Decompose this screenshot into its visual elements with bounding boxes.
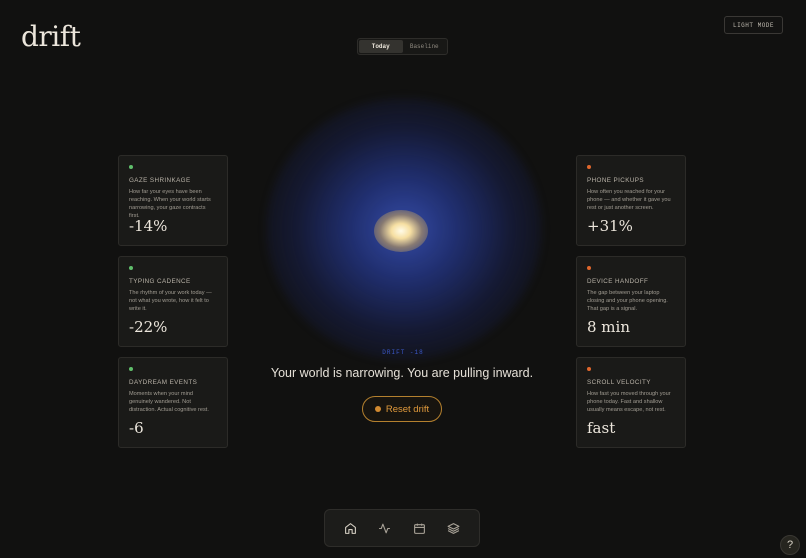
drift-orb-core	[374, 210, 428, 252]
status-dot-icon	[129, 266, 133, 270]
metric-title: PHONE PICKUPS	[587, 177, 644, 184]
reset-drift-label: Reset drift	[385, 403, 430, 415]
view-segmented-control: Today Baseline	[357, 38, 448, 55]
metric-card-gaze-shrinkage[interactable]: GAZE SHRINKAGE How far your eyes have be…	[118, 155, 228, 246]
light-mode-button[interactable]: LIGHT MODE	[724, 16, 783, 34]
activity-icon	[379, 523, 391, 533]
reset-drift-button[interactable]: Reset drift	[362, 396, 442, 422]
tab-baseline[interactable]: Baseline	[403, 40, 447, 53]
metric-value: -14%	[129, 217, 168, 235]
drift-headline: Your world is narrowing. You are pulling…	[270, 366, 534, 380]
tab-today[interactable]: Today	[359, 40, 403, 53]
metric-value: -6	[129, 419, 144, 437]
metric-description: How far your eyes have been reaching. Wh…	[129, 189, 211, 219]
metric-description: Moments when your mind genuinely wandere…	[129, 391, 209, 413]
status-dot-icon	[587, 165, 591, 169]
nav-home-button[interactable]	[338, 516, 362, 540]
metric-title: TYPING CADENCE	[129, 278, 191, 285]
home-icon	[344, 522, 356, 534]
app-logo: drift	[21, 20, 81, 53]
help-button[interactable]: ?	[780, 535, 800, 555]
layers-icon	[447, 522, 460, 534]
nav-layers-button[interactable]	[442, 516, 466, 540]
metric-description: The gap between your laptop closing and …	[587, 290, 668, 312]
nav-calendar-button[interactable]	[407, 516, 431, 540]
metric-card-daydream-events[interactable]: DAYDREAM EVENTS Moments when your mind g…	[118, 357, 228, 448]
metric-card-phone-pickups[interactable]: PHONE PICKUPS How often you reached for …	[576, 155, 686, 246]
drift-score-label: DRIFT -18	[382, 349, 424, 356]
calendar-icon	[413, 523, 425, 534]
metric-description: The rhythm of your work today — not what…	[129, 290, 212, 312]
nav-activity-button[interactable]	[373, 516, 397, 540]
metric-value: -22%	[129, 318, 168, 336]
status-dot-icon	[129, 367, 133, 371]
metric-card-scroll-velocity[interactable]: SCROLL VELOCITY How fast you moved throu…	[576, 357, 686, 448]
metric-title: DAYDREAM EVENTS	[129, 379, 198, 386]
metric-title: SCROLL VELOCITY	[587, 379, 651, 386]
bottom-nav	[324, 509, 480, 547]
reset-dot-icon	[374, 406, 381, 412]
metric-description: How fast you moved through your phone to…	[587, 391, 671, 413]
status-dot-icon	[129, 165, 133, 169]
status-dot-icon	[587, 266, 591, 270]
metric-value: 8 min	[587, 318, 630, 336]
metric-card-device-handoff[interactable]: DEVICE HANDOFF The gap between your lapt…	[576, 256, 686, 347]
status-dot-icon	[587, 367, 591, 371]
metric-value: fast	[587, 419, 616, 437]
metric-description: How often you reached for your phone — a…	[587, 189, 671, 211]
metric-title: GAZE SHRINKAGE	[129, 177, 191, 184]
metric-value: +31%	[587, 217, 633, 235]
metric-card-typing-cadence[interactable]: TYPING CADENCE The rhythm of your work t…	[118, 256, 228, 347]
metric-title: DEVICE HANDOFF	[587, 278, 649, 285]
